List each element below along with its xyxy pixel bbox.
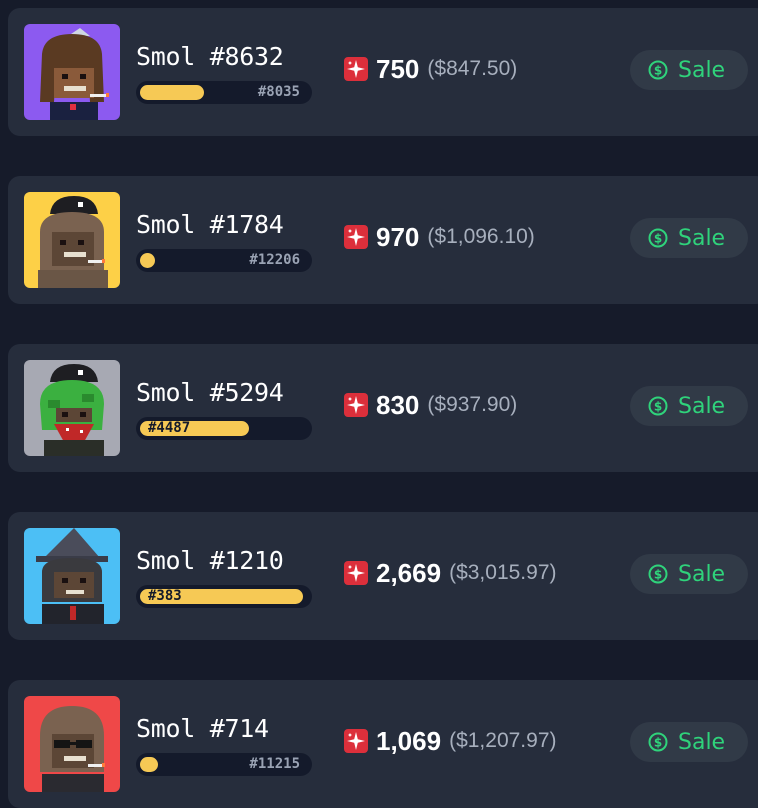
price-usd: ($847.50)	[427, 57, 518, 80]
magic-sparkle-icon	[344, 561, 368, 585]
sale-button[interactable]: $ Sale	[630, 722, 748, 762]
listing-card[interactable]: Smol #8632 #8035 750 ($847.50) $ Sale	[8, 8, 758, 136]
smol-name[interactable]: Smol #714	[136, 714, 269, 743]
rarity-rank-label: #8035	[257, 84, 300, 100]
listing-card[interactable]: Smol #1784 #12206 970 ($1,096.10) $ Sale	[8, 176, 758, 304]
rarity-rank-bar: #11215	[136, 753, 312, 776]
smol-name[interactable]: Smol #1210	[136, 546, 284, 575]
svg-text:$: $	[654, 64, 662, 78]
sale-label: Sale	[678, 729, 726, 755]
rarity-rank-bar: #4487	[136, 417, 312, 440]
sale-button[interactable]: $ Sale	[630, 218, 748, 258]
smol-avatar[interactable]	[24, 528, 120, 624]
price-magic: 970	[376, 221, 420, 252]
svg-text:$: $	[654, 232, 662, 246]
price-usd: ($937.90)	[427, 393, 518, 416]
rarity-rank-label: #383	[148, 588, 182, 604]
sale-label: Sale	[678, 225, 726, 251]
dollar-circle-icon: $	[648, 60, 668, 80]
dollar-circle-icon: $	[648, 564, 668, 584]
rarity-rank-fill	[140, 757, 158, 772]
sale-button[interactable]: $ Sale	[630, 386, 748, 426]
price-magic: 750	[376, 53, 420, 84]
smol-avatar[interactable]	[24, 192, 120, 288]
price: 2,669 ($3,015.97)	[344, 556, 557, 590]
price: 750 ($847.50)	[344, 52, 517, 86]
price-usd: ($1,207.97)	[449, 729, 557, 752]
svg-text:$: $	[654, 568, 662, 582]
smol-name[interactable]: Smol #1784	[136, 210, 284, 239]
magic-sparkle-icon	[344, 729, 368, 753]
smol-name[interactable]: Smol #5294	[136, 378, 284, 407]
dollar-circle-icon: $	[648, 732, 668, 752]
smol-avatar[interactable]	[24, 696, 120, 792]
price: 970 ($1,096.10)	[344, 220, 535, 254]
sale-label: Sale	[678, 57, 726, 83]
sale-button[interactable]: $ Sale	[630, 50, 748, 90]
rarity-rank-bar: #383	[136, 585, 312, 608]
listing-card[interactable]: Smol #1210 #383 2,669 ($3,015.97) $ Sale	[8, 512, 758, 640]
magic-sparkle-icon	[344, 225, 368, 249]
rarity-rank-bar: #8035	[136, 81, 312, 104]
price: 1,069 ($1,207.97)	[344, 724, 557, 758]
sale-label: Sale	[678, 561, 726, 587]
price-usd: ($3,015.97)	[449, 561, 557, 584]
price: 830 ($937.90)	[344, 388, 517, 422]
price-usd: ($1,096.10)	[427, 225, 535, 248]
price-magic: 830	[376, 389, 420, 420]
smol-avatar[interactable]	[24, 360, 120, 456]
sale-label: Sale	[678, 393, 726, 419]
smol-name[interactable]: Smol #8632	[136, 42, 284, 71]
dollar-circle-icon: $	[648, 228, 668, 248]
dollar-circle-icon: $	[648, 396, 668, 416]
svg-text:$: $	[654, 400, 662, 414]
smol-avatar[interactable]	[24, 24, 120, 120]
listing-card[interactable]: Smol #5294 #4487 830 ($937.90) $ Sale	[8, 344, 758, 472]
listing-card[interactable]: Smol #714 #11215 1,069 ($1,207.97) $ Sal…	[8, 680, 758, 808]
magic-sparkle-icon	[344, 57, 368, 81]
sale-button[interactable]: $ Sale	[630, 554, 748, 594]
rarity-rank-label: #4487	[148, 420, 191, 436]
rarity-rank-label: #12206	[249, 252, 300, 268]
rarity-rank-fill	[140, 253, 155, 268]
price-magic: 2,669	[376, 557, 442, 588]
svg-text:$: $	[654, 736, 662, 750]
rarity-rank-label: #11215	[249, 756, 300, 772]
magic-sparkle-icon	[344, 393, 368, 417]
rarity-rank-bar: #12206	[136, 249, 312, 272]
rarity-rank-fill	[140, 85, 204, 100]
price-magic: 1,069	[376, 725, 442, 756]
